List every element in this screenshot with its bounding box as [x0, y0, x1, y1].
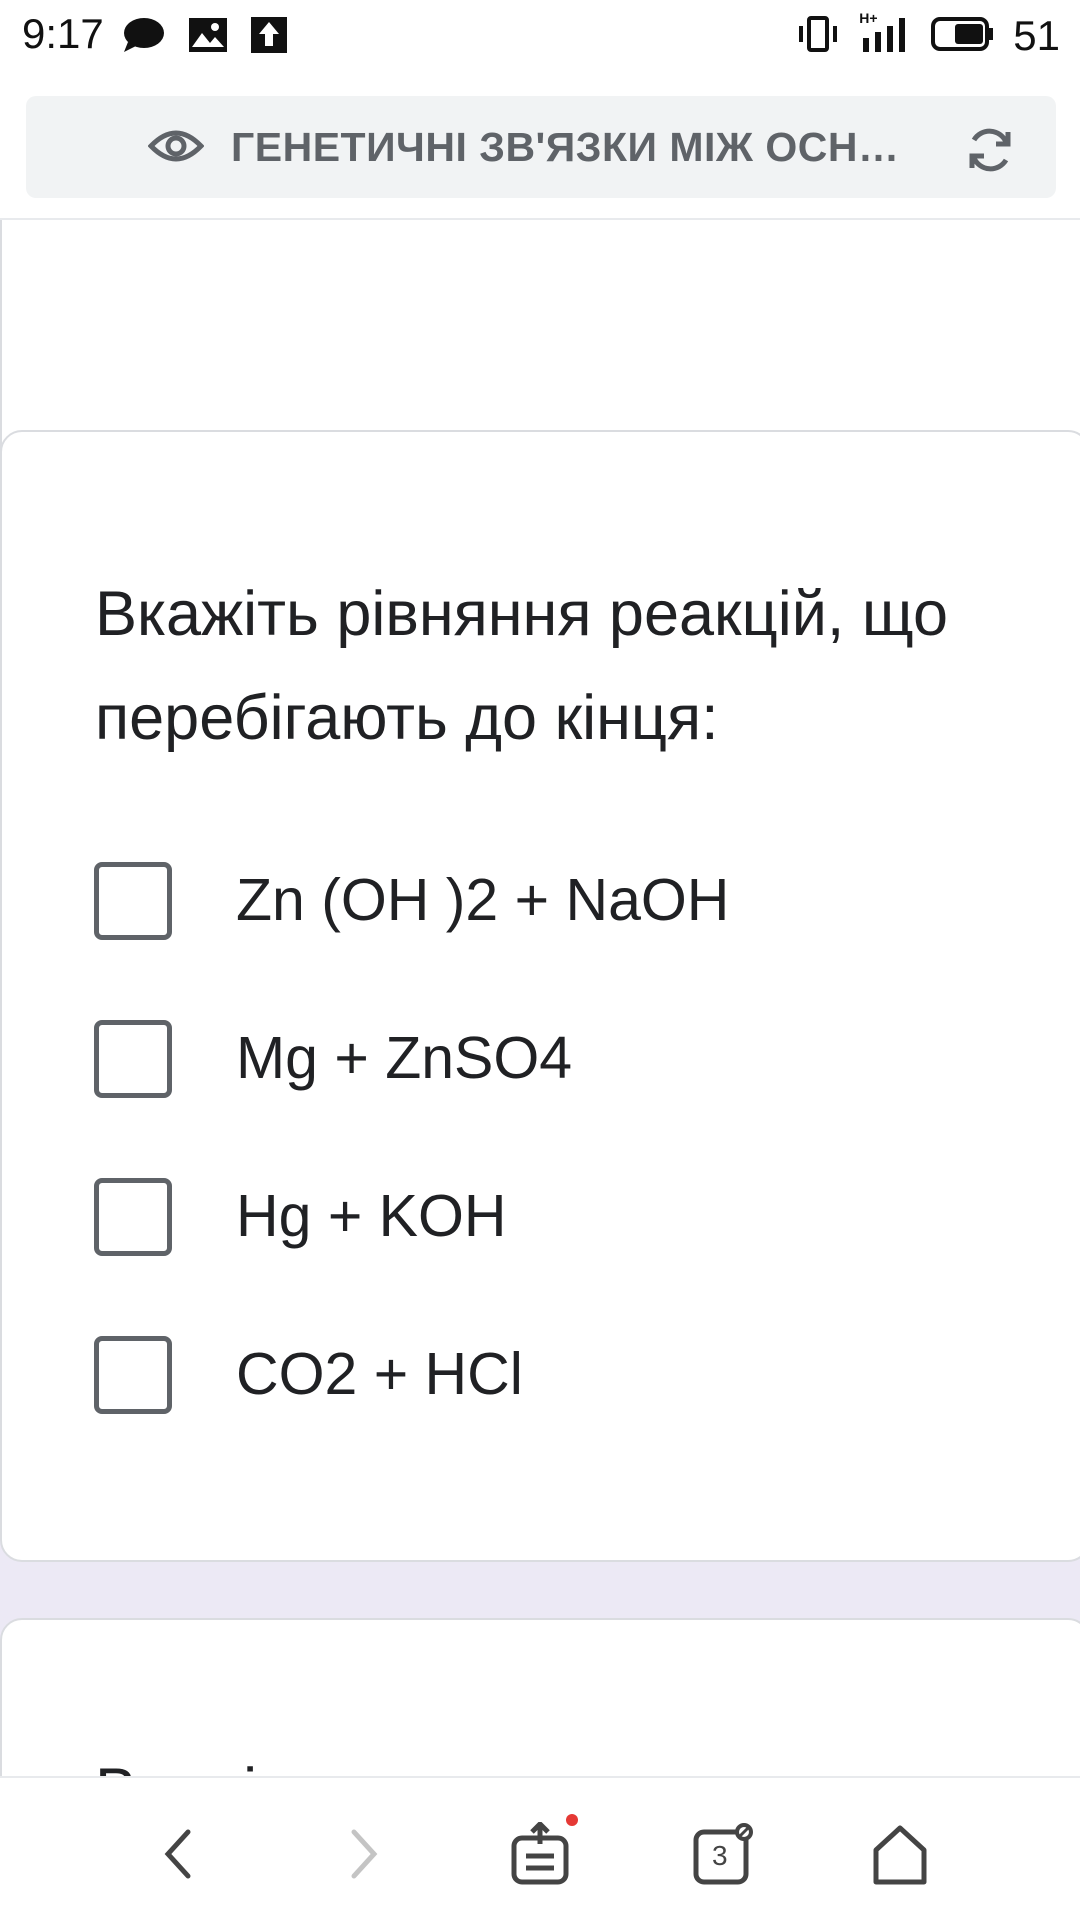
status-time: 9:17	[22, 10, 104, 57]
form-page: Вкажіть рівняння реакцій, що перебігають…	[0, 220, 1080, 1776]
vibrate-icon	[795, 14, 841, 59]
refresh-icon[interactable]	[964, 124, 1016, 181]
status-bar: 9:17 H+ 51	[0, 0, 1080, 78]
battery-icon	[931, 16, 995, 57]
question-card: Вкажіть рівняння реакцій, що перебігають…	[0, 430, 1080, 1562]
battery-level: 51	[1013, 12, 1060, 59]
home-icon[interactable]	[860, 1814, 940, 1894]
back-icon[interactable]	[140, 1814, 220, 1894]
bottom-navigation: 3	[0, 1776, 1080, 1922]
upload-icon	[250, 16, 288, 59]
question-text: Вкажіть рівняння реакцій, що перебігають…	[95, 562, 1080, 770]
option-label: Mg + ZnSO4	[236, 1025, 573, 1091]
option-2[interactable]: Mg + ZnSO4	[94, 1020, 994, 1110]
tabs-icon[interactable]: 3	[682, 1814, 762, 1894]
status-left-icons	[122, 16, 288, 59]
checkbox[interactable]	[94, 1178, 172, 1256]
page-title: ГЕНЕТИЧНІ ЗВ'ЯЗКИ МІЖ ОСН…	[231, 124, 900, 170]
message-icon	[122, 16, 166, 59]
next-question-card: Вкажіть загальну схему	[0, 1618, 1080, 1776]
eye-icon	[147, 126, 205, 171]
option-4[interactable]: CO2 + HCl	[94, 1336, 994, 1426]
notification-dot	[566, 1814, 578, 1826]
option-label: Hg + KOH	[236, 1183, 507, 1249]
next-question-text: Вкажіть загальну схему	[95, 1755, 783, 1776]
question-text-line-1: Вкажіть рівняння реакцій, що	[95, 579, 949, 649]
share-icon[interactable]	[500, 1814, 580, 1894]
checkbox[interactable]	[94, 1020, 172, 1098]
forward-icon[interactable]	[322, 1814, 402, 1894]
tabs-count: 3	[712, 1840, 728, 1871]
address-bar[interactable]: ГЕНЕТИЧНІ ЗВ'ЯЗКИ МІЖ ОСН…	[26, 96, 1056, 198]
network-type: H+	[859, 9, 878, 26]
option-label: Zn (OH )2 + NaOH	[236, 867, 730, 933]
option-1[interactable]: Zn (OH )2 + NaOH	[94, 862, 994, 952]
image-icon	[188, 17, 228, 58]
option-3[interactable]: Hg + KOH	[94, 1178, 994, 1268]
option-label: CO2 + HCl	[236, 1341, 523, 1407]
status-right-icons: H+ 51	[795, 10, 1060, 60]
checkbox[interactable]	[94, 862, 172, 940]
question-text-line-2: перебігають до кінця:	[95, 683, 719, 753]
signal-icon: H+	[859, 10, 913, 59]
checkbox[interactable]	[94, 1336, 172, 1414]
